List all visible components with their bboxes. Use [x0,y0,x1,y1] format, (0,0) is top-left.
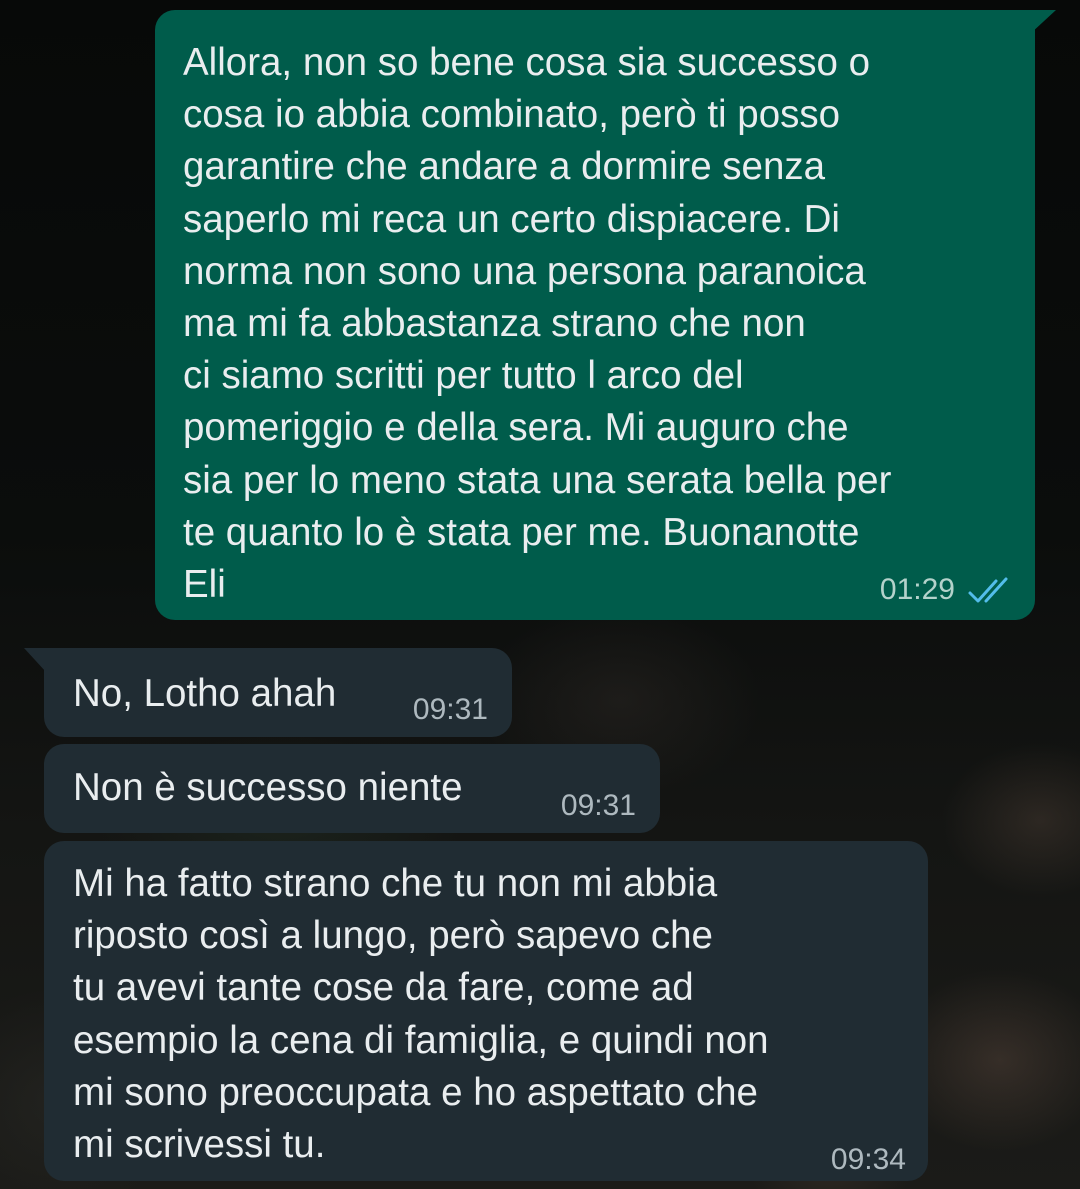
message-timestamp: 09:31 [560,789,636,822]
message-text: Allora, non so bene cosa sia successo o … [183,41,892,607]
message-bubble-incoming[interactable]: Non è successo niente 09:31 [44,744,660,833]
message-timestamp: 09:34 [830,1143,906,1176]
message-text: Mi ha fatto strano che tu non mi abbia r… [73,862,769,1167]
incoming-bubble-tail [24,648,46,672]
message-timestamp: 09:31 [412,693,488,726]
message-bubble-outgoing[interactable]: Allora, non so bene cosa sia successo o … [155,10,1035,620]
double-check-read-icon [968,577,1008,603]
message-timestamp: 01:29 [879,573,955,606]
message-bubble-incoming[interactable]: No, Lotho ahah 09:31 [44,648,512,737]
message-bubble-incoming[interactable]: Mi ha fatto strano che tu non mi abbia r… [44,841,928,1181]
